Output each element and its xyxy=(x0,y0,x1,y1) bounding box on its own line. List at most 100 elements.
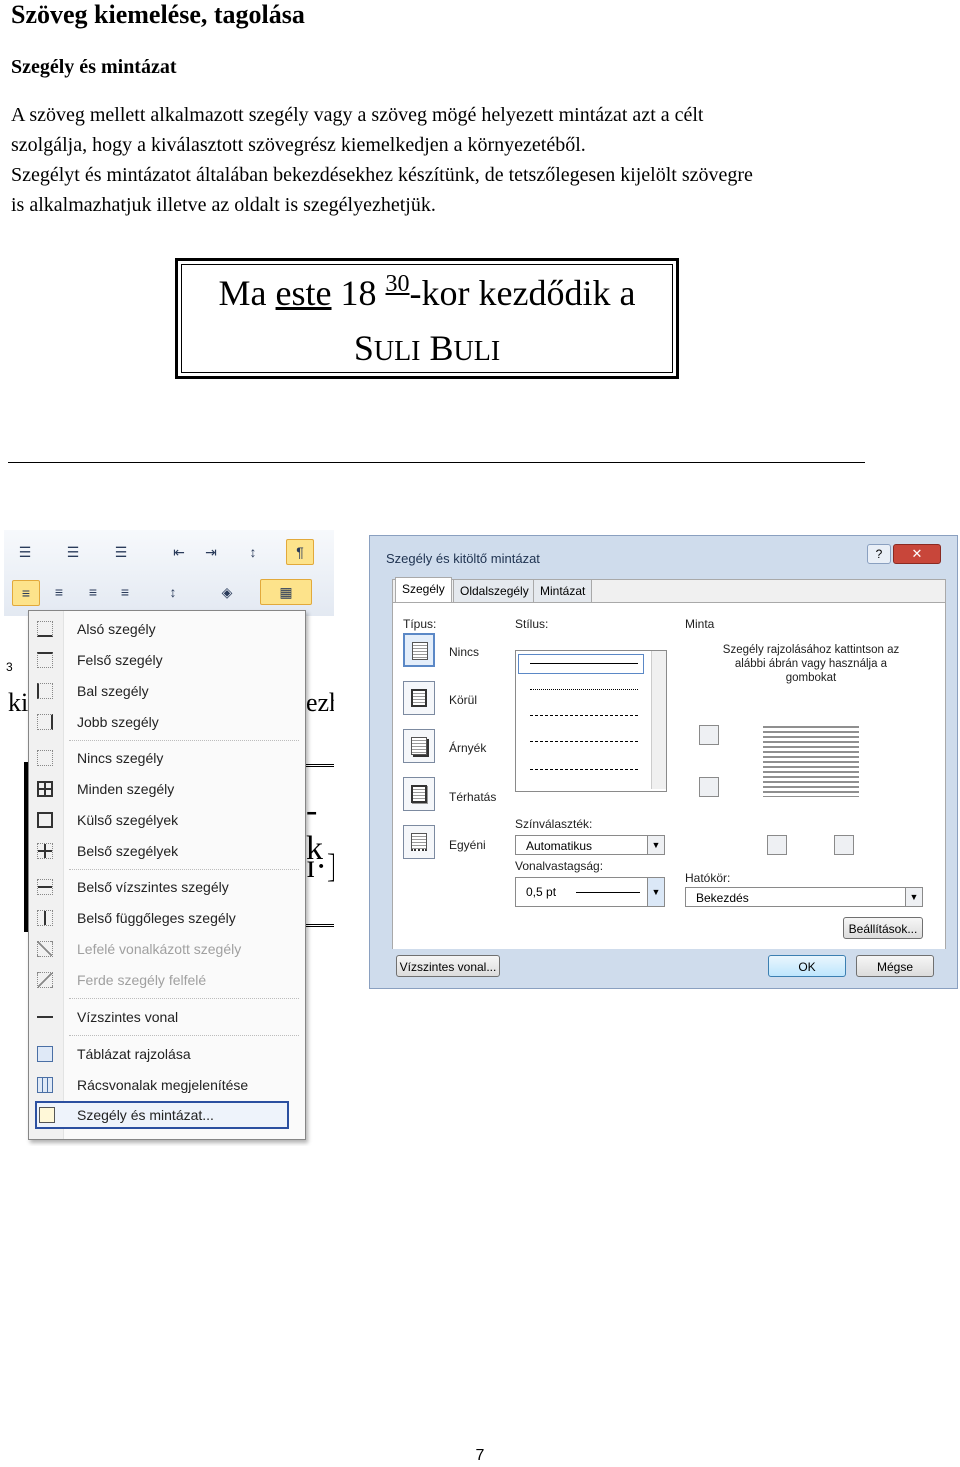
peek-border xyxy=(304,764,334,771)
paragraph-line: szolgálja, hogy a kiválasztott szövegrés… xyxy=(11,134,586,156)
justify-icon[interactable]: ≡ xyxy=(112,580,138,604)
tab-borders[interactable]: Szegély xyxy=(395,577,452,603)
ruler-number: 3 xyxy=(6,660,13,674)
show-formatting-marks-icon[interactable]: ¶ xyxy=(286,539,314,565)
ok-button[interactable]: OK xyxy=(768,955,846,977)
style-dotted[interactable] xyxy=(530,689,638,690)
type-box-button[interactable] xyxy=(403,681,435,715)
color-combo[interactable]: Automatikus ▼ xyxy=(515,835,665,855)
align-right-icon[interactable]: ≡ xyxy=(80,580,106,604)
view-gridlines-icon xyxy=(37,1077,53,1093)
style-dash-dot[interactable] xyxy=(530,769,638,770)
page-number: 7 xyxy=(475,1447,485,1464)
color-label: Színválaszték: xyxy=(515,817,593,831)
type-3d-label: Térhatás xyxy=(449,790,497,804)
menu-item-borders-and-shading[interactable]: Szegély és mintázat... xyxy=(35,1101,289,1129)
type-none-label: Nincs xyxy=(449,645,480,659)
border-dropdown-menu: Alsó szegély Felső szegély Bal szegély J… xyxy=(28,610,306,1140)
width-combo[interactable]: 0,5 pt ▼ xyxy=(515,877,665,907)
multilevel-list-icon[interactable]: ☰ xyxy=(108,540,134,564)
menu-item-label: Vízszintes vonal xyxy=(77,1009,179,1025)
menu-item-all-borders[interactable]: Minden szegély xyxy=(29,775,305,803)
preview-bottom-border-button[interactable] xyxy=(699,777,719,797)
tab-page-border[interactable]: Oldalszegély xyxy=(453,579,536,603)
custom-setting-icon xyxy=(411,833,427,851)
help-button[interactable]: ? xyxy=(867,544,891,564)
align-center-icon[interactable]: ≡ xyxy=(46,580,72,604)
menu-separator xyxy=(69,998,299,999)
dialog-body: Szegély Oldalszegély Mintázat Típus: Nin… xyxy=(392,577,946,949)
border-preview[interactable] xyxy=(763,723,859,797)
menu-item-right-border[interactable]: Jobb szegély xyxy=(29,708,305,736)
type-custom-label: Egyéni xyxy=(449,838,486,852)
increase-indent-icon[interactable]: ⇥ xyxy=(198,540,224,564)
line-spacing-icon[interactable]: ↕ xyxy=(160,580,186,604)
menu-item-diagonal-down-border[interactable]: Lefelé vonalkázott szegély xyxy=(29,935,305,963)
menu-item-inside-vertical-border[interactable]: Belső függőleges szegély xyxy=(29,904,305,932)
color-value: Automatikus xyxy=(526,839,593,853)
style-label: Stílus: xyxy=(515,617,549,631)
menu-separator xyxy=(69,1035,299,1036)
tab-shading[interactable]: Mintázat xyxy=(533,579,593,603)
menu-item-draw-table[interactable]: Táblázat rajzolása xyxy=(29,1040,305,1068)
shading-icon[interactable]: ◈ xyxy=(214,580,240,604)
menu-item-bottom-border[interactable]: Alsó szegély xyxy=(29,615,305,643)
draw-table-icon xyxy=(37,1046,53,1062)
style-dashed[interactable] xyxy=(530,741,638,742)
menu-item-diagonal-up-border[interactable]: Ferde szegély felfelé xyxy=(29,966,305,994)
bullets-icon[interactable]: ☰ xyxy=(12,540,38,564)
style-solid[interactable] xyxy=(530,663,638,664)
left-border-icon xyxy=(37,683,53,699)
menu-item-inside-horizontal-border[interactable]: Belső vízszintes szegély xyxy=(29,873,305,901)
menu-item-inside-borders[interactable]: Belső szegélyek xyxy=(29,837,305,865)
borders-button-icon[interactable]: ▦ xyxy=(260,579,312,605)
chevron-down-icon: ▼ xyxy=(647,878,664,906)
sort-icon[interactable]: ↕ xyxy=(240,540,266,564)
horizontal-line-button[interactable]: Vízszintes vonal... xyxy=(396,955,500,977)
style-listbox[interactable] xyxy=(515,650,667,792)
type-shadow-button[interactable] xyxy=(403,729,435,763)
bottom-border-icon xyxy=(37,621,53,637)
preview-left-border-button[interactable] xyxy=(767,835,787,855)
align-left-icon[interactable]: ≡ xyxy=(12,580,40,606)
menu-item-label: Ferde szegély felfelé xyxy=(77,972,207,988)
section-subheading: Szegély és mintázat xyxy=(11,56,177,78)
apply-to-combo[interactable]: Bekezdés ▼ xyxy=(685,887,923,907)
menu-item-left-border[interactable]: Bal szegély xyxy=(29,677,305,705)
style-scrollbar[interactable] xyxy=(651,651,666,789)
menu-item-view-gridlines[interactable]: Rácsvonalak megjelenítése xyxy=(29,1071,305,1099)
menu-item-horizontal-line[interactable]: Vízszintes vonal xyxy=(29,1003,305,1031)
menu-item-outside-borders[interactable]: Külső szegélyek xyxy=(29,806,305,834)
menu-item-top-border[interactable]: Felső szegély xyxy=(29,646,305,674)
apply-to-label: Hatókör: xyxy=(685,871,731,885)
menu-item-no-border[interactable]: Nincs szegély xyxy=(29,744,305,772)
top-border-icon xyxy=(37,652,53,668)
type-custom-button[interactable] xyxy=(403,825,435,859)
type-3d-button[interactable] xyxy=(403,777,435,811)
peek-border xyxy=(304,924,334,931)
peek-text: ki xyxy=(8,688,29,717)
close-button[interactable]: ✕ xyxy=(893,544,941,564)
horizontal-rule xyxy=(8,462,865,463)
preview-right-border-button[interactable] xyxy=(834,835,854,855)
all-borders-icon xyxy=(37,781,53,797)
menu-separator xyxy=(69,869,299,870)
preview-top-border-button[interactable] xyxy=(699,725,719,745)
numbering-icon[interactable]: ☰ xyxy=(60,540,86,564)
options-button[interactable]: Beállítások... xyxy=(843,917,923,939)
horizontal-line-icon xyxy=(37,1009,53,1025)
style-dashed-small[interactable] xyxy=(530,715,638,716)
peek-text: ɪ·] xyxy=(306,848,334,885)
chevron-down-icon: ▼ xyxy=(647,836,664,854)
example-line-1: Ma este 18 30-kor kezdődik a xyxy=(218,271,636,313)
decrease-indent-icon[interactable]: ⇤ xyxy=(166,540,192,564)
apply-to-value: Bekezdés xyxy=(696,891,749,905)
cancel-button[interactable]: Mégse xyxy=(856,955,934,977)
preview-label: Minta xyxy=(685,617,715,631)
type-none-button[interactable] xyxy=(403,633,435,667)
ribbon: ☰ ☰ ☰ ⇤ ⇥ ↕ ¶ ≡ ≡ ≡ ≡ ↕ ◈ ▦ xyxy=(4,530,334,616)
none-setting-icon xyxy=(412,642,428,660)
paragraph-line: is alkalmazhatjuk illetve az oldalt is s… xyxy=(11,194,436,216)
type-box-label: Körül xyxy=(449,693,478,707)
type-shadow-label: Árnyék xyxy=(449,741,487,755)
